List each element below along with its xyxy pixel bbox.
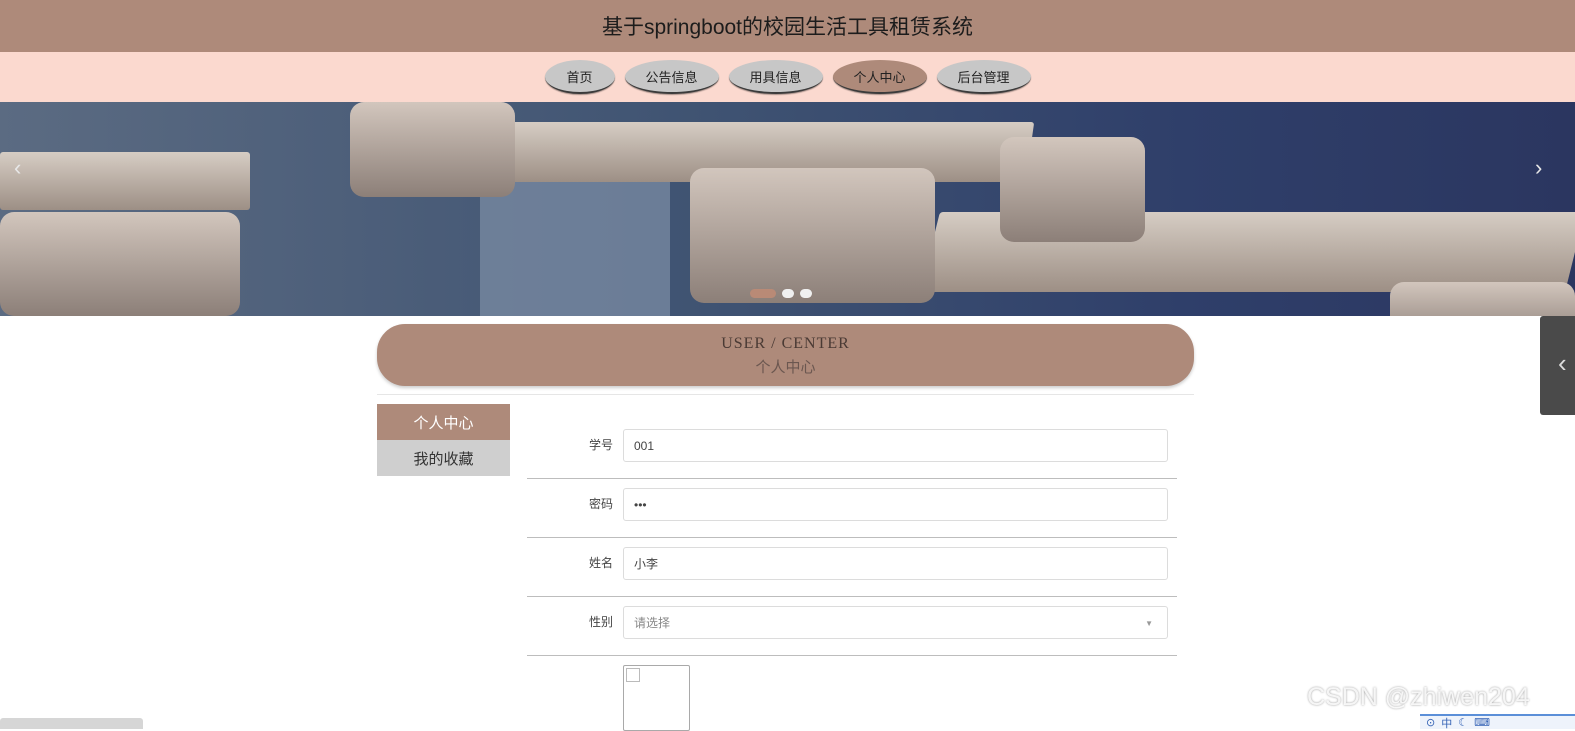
status-bar <box>0 718 143 729</box>
nav-item-user-center[interactable]: 个人中心 <box>832 60 927 94</box>
banner-desk-base <box>480 182 670 316</box>
side-item-user-center[interactable]: 个人中心 <box>377 404 510 440</box>
nav-item-admin[interactable]: 后台管理 <box>936 60 1031 94</box>
banner-chair <box>0 212 240 316</box>
avatar-image[interactable] <box>623 665 690 731</box>
carousel-indicators <box>750 289 812 298</box>
password-label: 密码 <box>588 497 613 511</box>
gender-select-placeholder: 请选择 <box>634 616 671 630</box>
student-id-label: 学号 <box>588 438 613 452</box>
side-drawer-toggle[interactable]: ‹ <box>1540 316 1575 415</box>
nav-item-tools[interactable]: 用具信息 <box>728 60 823 94</box>
side-item-favorites[interactable]: 我的收藏 <box>377 440 510 476</box>
nav-item-home[interactable]: 首页 <box>544 60 615 94</box>
banner-chair <box>350 102 515 197</box>
ime-keyboard-icon: ⌨ <box>1474 717 1490 729</box>
main-nav: 首页 公告信息 用具信息 个人中心 后台管理 <box>0 52 1575 102</box>
banner-chair <box>690 168 935 303</box>
carousel-dot[interactable] <box>750 289 776 298</box>
divider <box>377 394 1194 395</box>
user-center-title-cn: 个人中心 <box>755 360 816 376</box>
carousel-dot[interactable] <box>782 289 794 298</box>
user-side-menu: 个人中心 我的收藏 <box>377 404 510 476</box>
form-row-name: 姓名 小李 <box>527 538 1177 597</box>
student-id-input[interactable]: 001 <box>623 429 1168 462</box>
gender-label: 性别 <box>588 615 613 629</box>
carousel-dot[interactable] <box>800 289 812 298</box>
ime-mode-icon: 中 <box>1441 717 1453 730</box>
profile-form: 学号 001 密码 ••• 姓名 小李 性别 请选择 ▼ <box>527 420 1177 656</box>
site-title: 基于springboot的校园生活工具租赁系统 <box>601 16 974 39</box>
user-center-heading: USER / CENTER 个人中心 <box>377 324 1194 386</box>
watermark: CSDN @zhiwen204 <box>1307 683 1530 711</box>
ime-toolbar[interactable]: ⊙ 中 ☾ ⌨ <box>1420 714 1575 730</box>
name-input[interactable]: 小李 <box>623 547 1168 580</box>
user-center-title-en: USER / CENTER <box>721 335 850 352</box>
name-label: 姓名 <box>588 556 613 570</box>
gender-select[interactable]: 请选择 ▼ <box>623 606 1168 639</box>
banner-desk <box>0 152 250 210</box>
carousel-prev-button[interactable]: ‹ <box>14 155 21 181</box>
banner-chair <box>1000 137 1145 242</box>
form-row-gender: 性别 请选择 ▼ <box>527 597 1177 656</box>
chevron-down-icon: ▼ <box>1145 619 1153 628</box>
ime-icon: ⊙ <box>1426 717 1436 729</box>
form-row-password: 密码 ••• <box>527 479 1177 538</box>
form-row-student-id: 学号 001 <box>527 420 1177 479</box>
ime-moon-icon: ☾ <box>1458 717 1469 729</box>
site-header: 基于springboot的校园生活工具租赁系统 <box>0 0 1575 52</box>
banner-carousel <box>0 102 1575 316</box>
nav-item-announcements[interactable]: 公告信息 <box>624 60 719 94</box>
carousel-next-button[interactable]: › <box>1535 155 1542 181</box>
chevron-left-icon: ‹ <box>1558 348 1567 378</box>
banner-chair <box>1390 282 1575 316</box>
broken-image-icon <box>626 668 640 682</box>
password-input[interactable]: ••• <box>623 488 1168 521</box>
